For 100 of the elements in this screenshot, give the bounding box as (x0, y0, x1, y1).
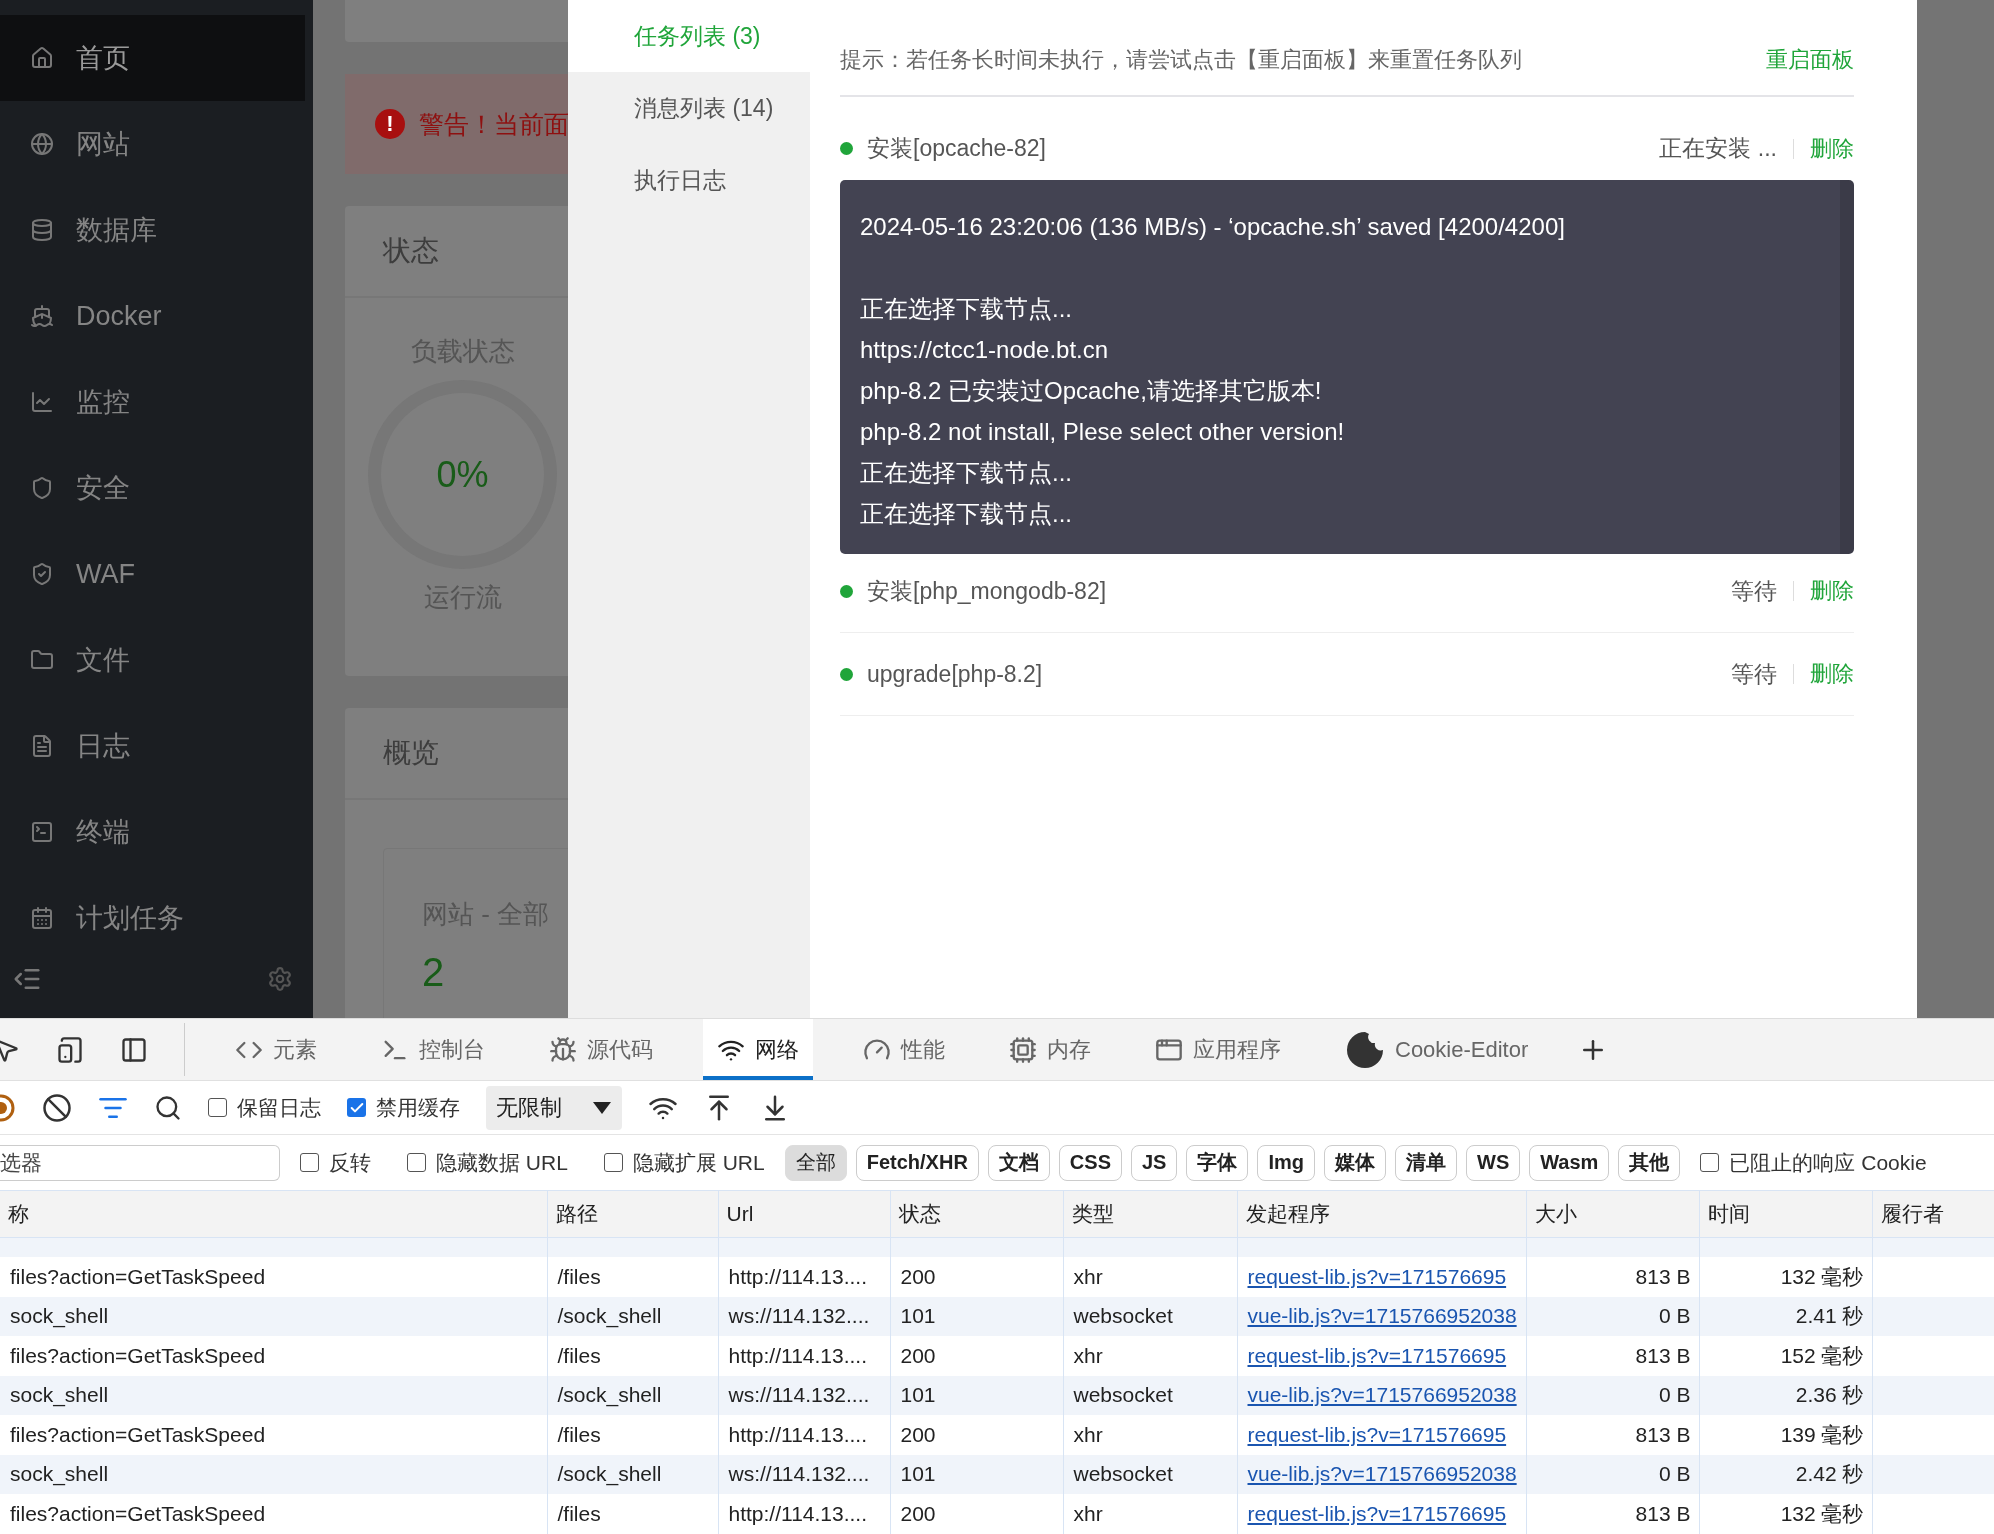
initiator-link[interactable]: request-lib.js?v=171576695 (1247, 1501, 1507, 1525)
column-header[interactable]: 大小 (1526, 1191, 1699, 1237)
filter-field[interactable]: 选器 (0, 1144, 280, 1181)
type-filter[interactable]: JS (1130, 1144, 1178, 1181)
devtools-tab[interactable]: 网络 (703, 1019, 813, 1080)
table-cell: 813 B (1526, 1257, 1699, 1297)
devtools-tab[interactable]: 元素 (221, 1019, 331, 1080)
sidebar-item[interactable]: Docker (0, 273, 305, 359)
gauge-value: 0% (436, 453, 489, 496)
devtools-tab[interactable]: 性能 (849, 1019, 959, 1080)
throttle-select[interactable]: 无限制 (486, 1085, 622, 1130)
table-cell: files?action=GetTaskSpeed (0, 1415, 547, 1455)
warning-text: 警告！当前面 (419, 108, 568, 140)
table-cell: 152 毫秒 (1699, 1336, 1872, 1376)
sidebar-item[interactable]: 首页 (0, 15, 305, 101)
option-checkbox[interactable]: 反转 (300, 1148, 371, 1177)
status-dot (840, 667, 853, 681)
option-checkbox[interactable]: 隐藏扩展 URL (603, 1148, 765, 1177)
table-cell: http://114.13.... (718, 1336, 890, 1376)
column-header[interactable]: 时间 (1699, 1191, 1872, 1237)
devtools-tab[interactable]: Cookie-Editor (1331, 1019, 1543, 1080)
disable-cache-checkbox[interactable]: 禁用缓存 (347, 1093, 460, 1122)
table-cell: xhr (1063, 1415, 1237, 1455)
column-header[interactable]: 类型 (1063, 1191, 1237, 1237)
devtools-tab[interactable]: 控制台 (367, 1019, 499, 1080)
type-filter[interactable]: Fetch/XHR (855, 1144, 979, 1181)
sidebar-item[interactable]: 文件 (0, 617, 305, 703)
ship-icon (30, 304, 54, 328)
devtools-tab[interactable]: 内存 (995, 1019, 1105, 1080)
column-header[interactable]: 履行者 (1872, 1191, 1994, 1237)
table-cell: files?action=GetTaskSpeed (0, 1257, 547, 1297)
sidebar-item[interactable]: 网站 (0, 101, 305, 187)
type-filter[interactable]: Wasm (1529, 1144, 1610, 1181)
card-title: 状态 (383, 234, 439, 268)
type-filter[interactable]: 其他 (1618, 1144, 1681, 1181)
globe-icon (30, 132, 54, 156)
table-cell: 139 毫秒 (1699, 1415, 1872, 1455)
type-filter[interactable]: 媒体 (1324, 1144, 1386, 1181)
table-cell: 200 (890, 1257, 1063, 1297)
column-header[interactable]: 发起程序 (1237, 1191, 1526, 1237)
search-icon[interactable] (154, 1093, 182, 1122)
initiator-link[interactable]: vue-lib.js?v=1715766952038 (1247, 1462, 1517, 1486)
initiator-link[interactable]: request-lib.js?v=171576695 (1247, 1264, 1507, 1288)
table-cell: /files (547, 1336, 718, 1376)
document-icon (30, 734, 54, 758)
column-header[interactable]: Url (718, 1191, 890, 1237)
type-filter[interactable]: 清单 (1395, 1144, 1457, 1181)
sidebar-item[interactable]: 安全 (0, 445, 305, 531)
task-status: 等待 (1731, 576, 1777, 606)
initiator-link[interactable]: request-lib.js?v=171576695 (1247, 1343, 1507, 1367)
sidebar-item[interactable]: 日志 (0, 703, 305, 789)
table-cell: /files (547, 1494, 718, 1534)
task-name: 安装[php_mongodb-82] (867, 576, 1107, 606)
devtools-tab[interactable]: 源代码 (535, 1019, 667, 1080)
table-cell: /files (547, 1257, 718, 1297)
calendar-icon (30, 906, 54, 930)
table-cell: files?action=GetTaskSpeed (0, 1336, 547, 1376)
initiator-link[interactable]: vue-lib.js?v=1715766952038 (1247, 1383, 1517, 1407)
task-name: 安装[opcache-82] (867, 134, 1046, 163)
column-header[interactable]: 称 (0, 1191, 547, 1237)
sidebar-item[interactable]: 数据库 (0, 187, 305, 273)
devtools-tab[interactable]: 应用程序 (1141, 1019, 1295, 1080)
task-status: 等待 (1731, 659, 1777, 689)
type-filter[interactable]: CSS (1058, 1144, 1122, 1181)
initiator-link[interactable]: vue-lib.js?v=1715766952038 (1247, 1304, 1517, 1328)
preserve-log-checkbox[interactable]: 保留日志 (208, 1093, 321, 1122)
option-checkbox[interactable]: 隐藏数据 URL (407, 1148, 568, 1177)
log-line: https://ctcc1-node.bt.cn (860, 335, 1110, 365)
type-filter[interactable]: 字体 (1186, 1144, 1249, 1181)
type-filter[interactable]: WS (1466, 1144, 1521, 1181)
task-status: 正在安装 ... (1659, 134, 1777, 163)
column-header[interactable]: 状态 (890, 1191, 1063, 1237)
home-icon (30, 46, 54, 70)
blocked-cookie-checkbox[interactable]: 已阻止的响应 Cookie (1700, 1148, 1927, 1177)
hint-text: 提示：若任务长时间未执行，请尝试点击【重启面板】来重置任务队列 (840, 45, 1522, 74)
database-icon (30, 218, 54, 242)
table-cell: 813 B (1526, 1336, 1699, 1376)
log-line: 正在选择下载节点... (860, 458, 1073, 488)
sidebar-item[interactable]: 计划任务 (0, 875, 305, 940)
type-filter[interactable]: 全部 (784, 1144, 847, 1181)
log-line: 2024-05-16 23:20:06 (136 MB/s) - ‘opcache.sh’ saved [4200/4200] (860, 212, 1566, 242)
shield-icon (30, 562, 54, 586)
column-header[interactable]: 路径 (547, 1191, 718, 1237)
nav-tab[interactable]: 消息列表 (14) (568, 72, 810, 144)
task-name: upgrade[php-8.2] (867, 660, 1043, 688)
table-cell: 813 B (1526, 1494, 1699, 1534)
sidebar-item[interactable]: 终端 (0, 789, 305, 875)
table-cell: http://114.13.... (718, 1415, 890, 1455)
table-cell: 132 毫秒 (1699, 1494, 1872, 1534)
caret-icon (592, 1100, 612, 1115)
initiator-link[interactable]: request-lib.js?v=171576695 (1247, 1422, 1507, 1446)
nav-tab[interactable]: 执行日志 (568, 144, 810, 216)
sidebar-item[interactable]: WAF (0, 531, 305, 617)
alert-icon: ! (375, 109, 405, 139)
log-line: 正在选择下载节点... (860, 294, 1073, 324)
type-filter[interactable]: 文档 (987, 1144, 1050, 1181)
type-filter[interactable]: Img (1257, 1144, 1315, 1181)
cookie-icon (1345, 1029, 1385, 1070)
sidebar-item[interactable]: 监控 (0, 359, 305, 445)
clear-icon[interactable] (42, 1092, 72, 1123)
